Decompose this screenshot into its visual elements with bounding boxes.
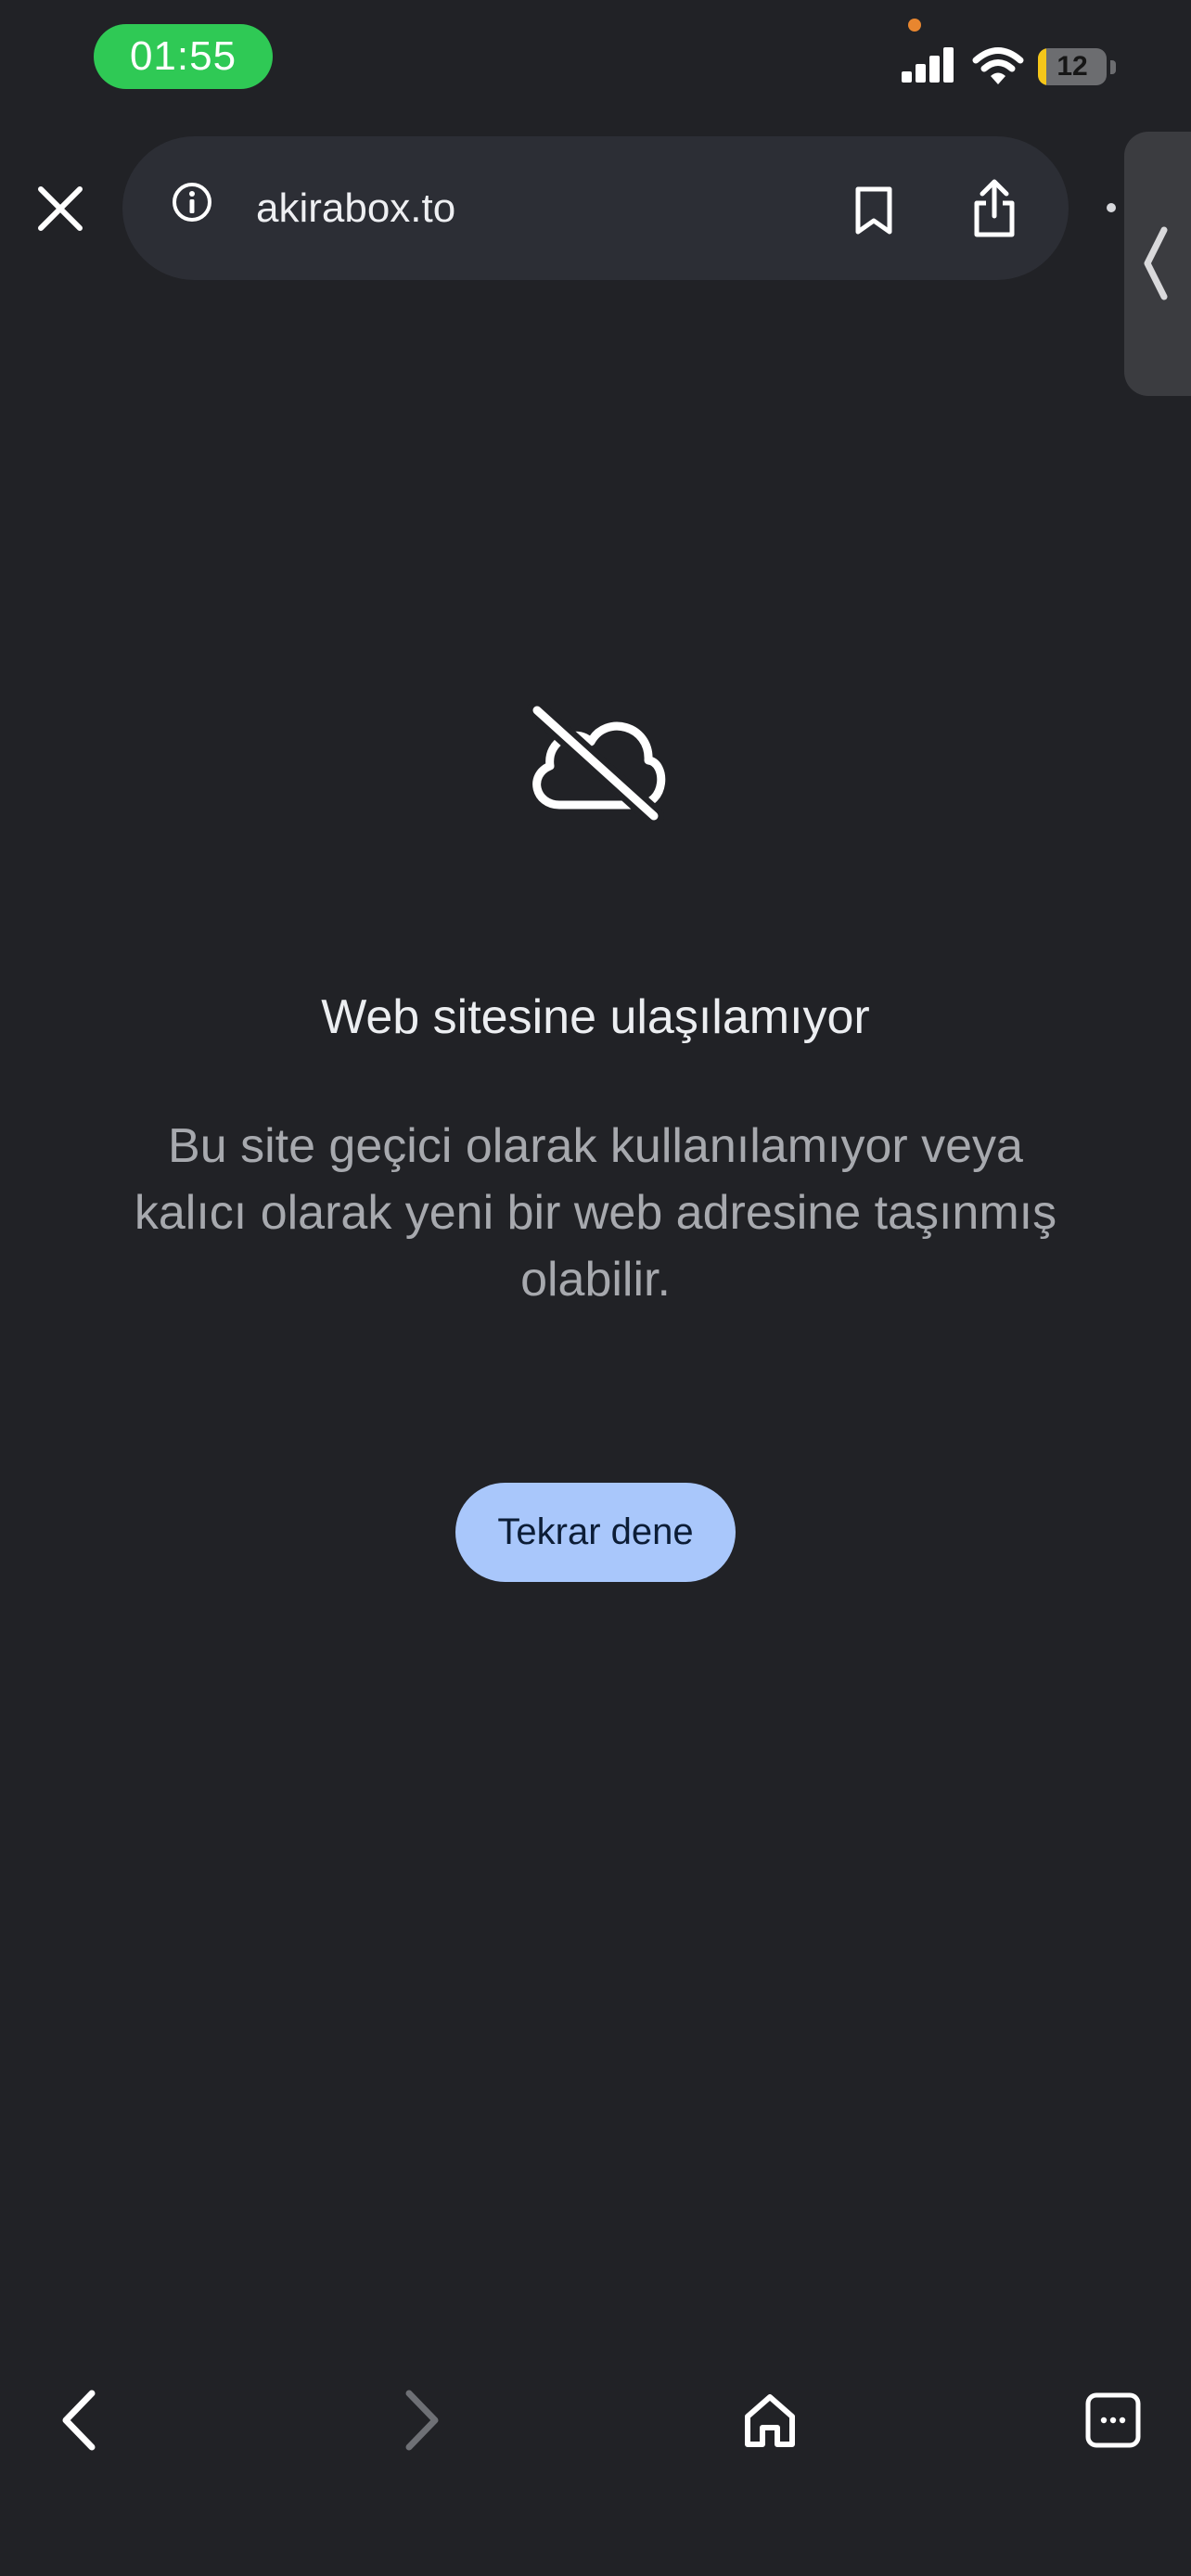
url-bar[interactable]: akirabox.to <box>122 136 1069 280</box>
bookmark-button[interactable] <box>837 173 911 248</box>
status-time: 01:55 <box>94 24 273 89</box>
close-icon <box>38 186 83 231</box>
tabs-button[interactable] <box>1076 2383 1150 2457</box>
forward-icon <box>405 2390 439 2451</box>
back-icon <box>62 2390 96 2451</box>
more-icon[interactable] <box>1107 203 1116 212</box>
cellular-signal-icon <box>900 46 957 88</box>
battery-level-text: 12 <box>1057 51 1088 82</box>
privacy-indicator-dot <box>908 19 921 32</box>
battery-icon: 12 <box>1038 48 1107 85</box>
home-icon <box>745 2394 795 2447</box>
back-button[interactable] <box>46 2383 111 2457</box>
retry-button[interactable]: Tekrar dene <box>455 1483 736 1582</box>
chevron-left-icon <box>1141 224 1169 307</box>
error-title: Web sitesine ulaşılamıyor <box>321 990 870 1044</box>
share-icon <box>974 179 1015 237</box>
tabs-icon <box>1085 2392 1141 2448</box>
error-message: Bu site geçici olarak kullanılamıyor vey… <box>134 1119 1057 1307</box>
forward-button[interactable] <box>390 2383 455 2457</box>
info-icon[interactable] <box>171 181 213 228</box>
home-button[interactable] <box>733 2383 807 2457</box>
bookmark-icon <box>855 186 892 235</box>
battery-cap <box>1110 60 1116 74</box>
wifi-icon <box>972 46 1024 90</box>
share-button[interactable] <box>957 172 1031 246</box>
cloud-off-icon <box>524 700 667 826</box>
close-button[interactable] <box>28 176 93 241</box>
url-text[interactable]: akirabox.to <box>256 181 455 236</box>
side-panel-handle[interactable] <box>1124 132 1191 396</box>
